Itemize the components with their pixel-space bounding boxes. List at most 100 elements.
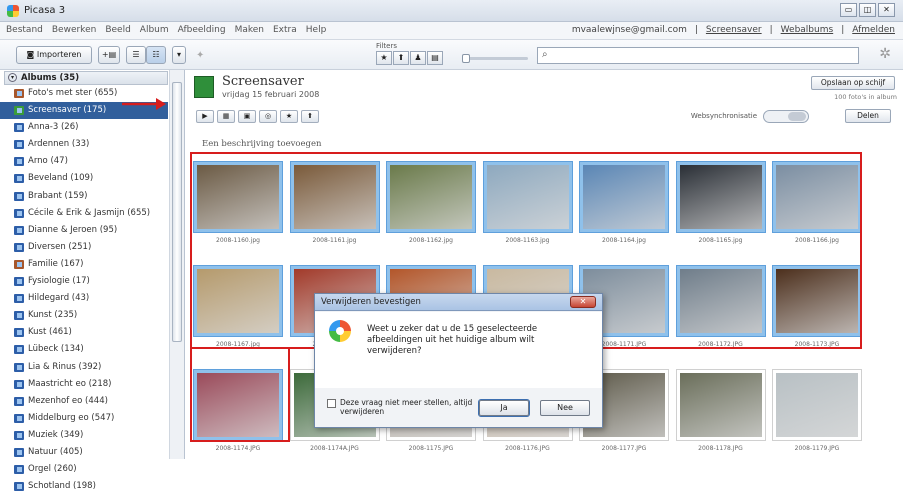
album-icon <box>14 328 24 338</box>
import-button[interactable]: ◙ Importeren <box>16 46 92 64</box>
websync-toggle[interactable] <box>763 110 809 123</box>
yes-button[interactable]: Ja <box>478 399 530 417</box>
album-icon <box>14 447 24 457</box>
sidebar-item[interactable]: Lübeck (134) <box>0 341 168 358</box>
menu-maken[interactable]: Maken <box>235 25 264 35</box>
menu-beeld[interactable]: Beeld <box>105 25 130 35</box>
photo-thumbnail[interactable]: 2008-1179.JPG <box>772 369 862 452</box>
sidebar-item[interactable]: Schotland (198) <box>0 478 168 495</box>
sign-out-link[interactable]: Afmelden <box>852 25 895 35</box>
screensaver-link[interactable]: Screensaver <box>706 25 762 35</box>
sidebar-scrollbar[interactable] <box>169 70 184 459</box>
list-view-icon: ☰ <box>132 50 140 59</box>
menu-bewerken[interactable]: Bewerken <box>52 25 96 35</box>
sidebar-item[interactable]: Natuur (405) <box>0 444 168 461</box>
album-cover-icon <box>194 76 214 98</box>
album-date: vrijdag 15 februari 2008 <box>222 90 320 99</box>
photo-thumbnail[interactable]: 2008-1178.JPG <box>675 369 766 452</box>
sidebar-item[interactable]: Ardennen (33) <box>0 136 168 153</box>
add-folder-icon: +▤ <box>101 50 117 59</box>
sidebar-item[interactable]: Arno (47) <box>0 153 168 170</box>
movie-icon[interactable]: ▣ <box>238 110 256 123</box>
upload-sparkle-icon[interactable]: ✦ <box>196 50 204 61</box>
album-icon <box>14 430 24 440</box>
account-email: mvaalewjnse@gmail.com <box>571 25 687 35</box>
sidebar-item[interactable]: Kust (461) <box>0 324 168 341</box>
websync-label: Websynchronisatie <box>690 112 757 120</box>
selection-outline <box>190 348 290 442</box>
description-field[interactable]: Een beschrijving toevoegen <box>202 139 322 149</box>
sidebar-item[interactable]: Middelburg eo (547) <box>0 410 168 427</box>
menu-afbeelding[interactable]: Afbeelding <box>178 25 226 35</box>
save-to-disk-button[interactable]: Opslaan op schijf <box>811 76 895 90</box>
storage-note: 100 foto's in album <box>834 93 897 101</box>
album-icon <box>14 259 24 269</box>
video-filter-icon[interactable]: ▤ <box>427 51 443 65</box>
album-icon <box>14 123 24 133</box>
play-slideshow-icon[interactable]: ▶ <box>196 110 214 123</box>
no-button[interactable]: Nee <box>540 400 590 416</box>
menu-album[interactable]: Album <box>140 25 169 35</box>
sidebar-item[interactable]: Diversen (251) <box>0 239 168 256</box>
album-icon <box>14 208 24 218</box>
search-input[interactable]: ⌕ <box>537 47 859 64</box>
sidebar-scroll-thumb[interactable] <box>172 82 182 342</box>
sidebar-item[interactable]: Hildegard (43) <box>0 290 168 307</box>
starred-filter-icon[interactable]: ★ <box>376 51 392 65</box>
album-title: Screensaver <box>222 74 304 89</box>
filters-label: Filters <box>376 42 397 50</box>
album-icon <box>14 465 24 475</box>
slider-knob[interactable] <box>462 54 470 63</box>
photo-image <box>675 369 766 441</box>
dont-ask-again-checkbox[interactable] <box>327 399 336 408</box>
dialog-message: Weet u zeker dat u de 15 geselecteerde a… <box>367 324 538 356</box>
collapse-icon[interactable]: ▾ <box>8 73 17 82</box>
star-icon[interactable]: ★ <box>280 110 298 123</box>
collage-icon[interactable]: ▦ <box>217 110 235 123</box>
sidebar-item[interactable]: Mezenhof eo (444) <box>0 393 168 410</box>
sidebar-item[interactable]: Lia & Rinus (392) <box>0 359 168 376</box>
camera-icon: ◙ <box>26 50 35 59</box>
add-folder-button[interactable]: +▤ <box>98 46 120 64</box>
dont-ask-again-label: Deze vraag niet meer stellen, altijd ver… <box>340 398 473 416</box>
sidebar-item[interactable]: Dianne & Jeroen (95) <box>0 222 168 239</box>
upload-filter-icon[interactable]: ⬆ <box>393 51 409 65</box>
sidebar-item[interactable]: Cécile & Erik & Jasmijn (655) <box>0 205 168 222</box>
dialog-close-button[interactable]: ✕ <box>570 296 596 308</box>
sidebar-item[interactable]: Fysiologie (17) <box>0 273 168 290</box>
menu-extra[interactable]: Extra <box>273 25 297 35</box>
sidebar-item[interactable]: Beveland (109) <box>0 170 168 187</box>
people-filter-icon[interactable]: ♟ <box>410 51 426 65</box>
album-icon <box>14 311 24 321</box>
album-icon <box>14 396 24 406</box>
upload-icon[interactable]: ⬆ <box>301 110 319 123</box>
sidebar-item[interactable]: Maastricht eo (218) <box>0 376 168 393</box>
albums-header[interactable]: ▾ Albums (35) <box>4 71 168 85</box>
menu-help[interactable]: Help <box>306 25 327 35</box>
sidebar-item[interactable]: Brabant (159) <box>0 188 168 205</box>
sidebar-item[interactable]: Anna-3 (26) <box>0 119 168 136</box>
album-icon <box>14 225 24 235</box>
sidebar-item[interactable]: Muziek (349) <box>0 427 168 444</box>
share-button[interactable]: Delen <box>845 109 891 123</box>
sidebar-item[interactable]: Kunst (235) <box>0 307 168 324</box>
maximize-button[interactable]: ◫ <box>859 3 876 17</box>
sidebar-item[interactable]: Familie (167) <box>0 256 168 273</box>
photo-filename: 2008-1176.JPG <box>505 445 550 452</box>
album-icon <box>14 140 24 150</box>
photo-filename: 2008-1177.JPG <box>601 445 647 452</box>
export-icon[interactable]: ◎ <box>259 110 277 123</box>
menu-bar: Bestand Bewerken Beeld Album Afbeelding … <box>0 22 903 40</box>
view-dropdown-button[interactable]: ▾ <box>172 46 186 64</box>
face-detect-icon[interactable]: ✲ <box>879 46 891 62</box>
album-sidebar: ▾ Albums (35) Foto's met ster (655) Scre… <box>0 70 185 492</box>
close-window-button[interactable]: ✕ <box>878 3 895 17</box>
menu-bestand[interactable]: Bestand <box>6 25 43 35</box>
filter-slider[interactable] <box>462 54 528 63</box>
minimize-button[interactable]: ▭ <box>840 3 857 17</box>
tree-view-button[interactable]: ☷ <box>146 46 166 64</box>
sidebar-item[interactable]: Orgel (260) <box>0 461 168 478</box>
star-album-icon <box>14 89 24 98</box>
list-view-button[interactable]: ☰ <box>126 46 146 64</box>
webalbums-link[interactable]: Webalbums <box>781 25 834 35</box>
